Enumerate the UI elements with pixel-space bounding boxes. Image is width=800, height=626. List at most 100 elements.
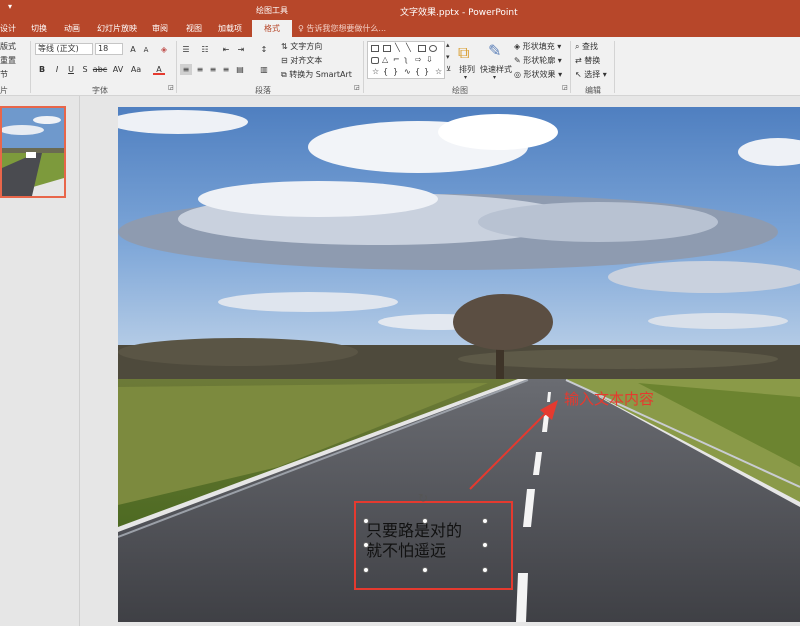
arrange-icon[interactable]: ⧉	[458, 43, 469, 63]
slides-group-label: 片	[0, 86, 8, 95]
align-text-button[interactable]: ⊟ 对齐文本	[281, 55, 322, 66]
wave-shape-icon[interactable]: ∿	[404, 67, 411, 76]
section-button[interactable]: 节	[0, 69, 8, 80]
font-name-combo[interactable]: 等线 (正文)	[35, 43, 93, 55]
font-group-label: 字体	[92, 86, 108, 95]
divider	[30, 41, 31, 93]
tab-addins[interactable]: 加载项	[218, 23, 242, 34]
resize-handle[interactable]	[482, 567, 488, 573]
curly-open-icon[interactable]: {	[415, 67, 420, 76]
justify-icon[interactable]: ≡	[220, 64, 232, 75]
paragraph-dialog-launcher-icon[interactable]: ◲	[354, 84, 360, 91]
star-shape-icon[interactable]: ☆	[372, 67, 379, 76]
strikethrough-button[interactable]: abc	[92, 64, 108, 75]
gallery-more-icon[interactable]: ⊻	[446, 65, 451, 73]
textbox-vertical-shape-icon[interactable]	[383, 45, 391, 52]
window-title: 文字效果.pptx - PowerPoint	[400, 8, 518, 18]
quick-styles-icon[interactable]: ✎	[488, 41, 501, 60]
change-case-button[interactable]: Aa	[128, 64, 144, 75]
drawing-group-label: 绘图	[452, 86, 468, 95]
shapes-gallery[interactable]: ╲ ╲ △ ⌐ ʅ ⇨ ⇩ ☆ { } ∿ { } ☆	[367, 41, 445, 79]
elbow-connector-icon[interactable]: ⌐	[393, 55, 400, 64]
quick-styles-dropdown-icon[interactable]: ▾	[493, 74, 496, 81]
arrange-dropdown-icon[interactable]: ▾	[464, 74, 467, 81]
convert-smartart-button[interactable]: ⧉ 转换为 SmartArt	[281, 69, 352, 80]
thumbnail-image	[2, 108, 64, 196]
textbox-line-2[interactable]: 就不怕遥远	[366, 541, 486, 561]
find-button[interactable]: ⌕ 查找	[575, 41, 598, 52]
selected-textbox[interactable]: 只要路是对的 就不怕遥远	[366, 521, 486, 572]
slide-thumbnail-1[interactable]	[0, 106, 66, 198]
rectangle-shape-icon[interactable]	[418, 45, 426, 52]
clear-format-icon[interactable]: ◈	[158, 44, 170, 55]
text-direction-button[interactable]: ⇅ 文字方向	[281, 41, 322, 52]
tell-me-box[interactable]: ♀ 告诉我您想要做什么...	[298, 23, 386, 34]
tab-slideshow[interactable]: 幻灯片放映	[97, 23, 137, 34]
select-button[interactable]: ↖ 选择 ▾	[575, 69, 607, 80]
resize-handle[interactable]	[363, 567, 369, 573]
columns-icon[interactable]: ▥	[258, 64, 270, 75]
quick-access-arrow-icon[interactable]: ▾	[8, 2, 12, 11]
align-left-icon[interactable]: ≡	[180, 64, 192, 75]
textbox-shape-icon[interactable]	[371, 45, 379, 52]
layout-button[interactable]: 版式	[0, 41, 16, 52]
textbox-line-1[interactable]: 只要路是对的	[366, 521, 486, 541]
char-spacing-button[interactable]: AV	[110, 64, 126, 75]
font-size-combo[interactable]: 18	[95, 43, 123, 55]
replace-button[interactable]: ⇄ 替换	[575, 55, 600, 66]
tab-design[interactable]: 设计	[0, 23, 16, 34]
resize-handle[interactable]	[363, 542, 369, 548]
bold-button[interactable]: B	[36, 64, 48, 75]
line-shape-icon[interactable]: ╲	[395, 43, 400, 52]
align-right-icon[interactable]: ≡	[207, 64, 219, 75]
curved-connector-icon[interactable]: ʅ	[404, 55, 408, 64]
oval-shape-icon[interactable]	[429, 45, 437, 52]
distribute-icon[interactable]: ▤	[234, 64, 246, 75]
tab-view[interactable]: 视图	[186, 23, 202, 34]
triangle-shape-icon[interactable]: △	[382, 55, 388, 64]
font-color-button[interactable]: A	[153, 64, 165, 75]
resize-handle[interactable]	[482, 542, 488, 548]
resize-handle[interactable]	[482, 518, 488, 524]
font-dialog-launcher-icon[interactable]: ◲	[168, 84, 174, 91]
slide-canvas[interactable]: 输入文本内容 只要路是对的 就不怕遥远 ↻	[118, 107, 800, 622]
shape-effects-button[interactable]: ◎ 形状效果 ▾	[514, 69, 562, 80]
increase-indent-icon[interactable]: ⇥	[235, 44, 247, 55]
curly-close-icon[interactable]: }	[424, 67, 429, 76]
shadow-button[interactable]: S	[79, 64, 91, 75]
brace-close-shape-icon[interactable]: }	[393, 67, 398, 76]
divider	[176, 41, 177, 93]
resize-handle[interactable]	[363, 518, 369, 524]
brace-open-shape-icon[interactable]: {	[383, 67, 388, 76]
align-center-icon[interactable]: ≡	[194, 64, 206, 75]
resize-handle[interactable]	[422, 518, 428, 524]
resize-handle[interactable]	[422, 567, 428, 573]
tab-transitions[interactable]: 切换	[31, 23, 47, 34]
contextual-group-label: 绘图工具	[256, 6, 288, 15]
replace-icon: ⇄	[575, 56, 585, 65]
rounded-rect-shape-icon[interactable]	[371, 57, 379, 64]
underline-button[interactable]: U	[65, 64, 77, 75]
bullets-icon[interactable]: ☰	[180, 44, 192, 55]
drawing-dialog-launcher-icon[interactable]: ◲	[562, 84, 568, 91]
arrow-right-shape-icon[interactable]: ⇨	[415, 55, 422, 64]
line2-shape-icon[interactable]: ╲	[406, 43, 411, 52]
tab-review[interactable]: 审阅	[152, 23, 168, 34]
decrease-indent-icon[interactable]: ⇤	[220, 44, 232, 55]
star2-shape-icon[interactable]: ☆	[435, 67, 442, 76]
gallery-scroll-up-icon[interactable]: ▴	[446, 41, 450, 49]
rotate-handle-icon[interactable]: ↻	[418, 491, 428, 505]
grow-font-button[interactable]: A	[127, 44, 139, 55]
reset-button[interactable]: 重置	[0, 55, 16, 66]
numbering-icon[interactable]: ☷	[199, 44, 211, 55]
tab-format[interactable]: 格式	[252, 20, 292, 37]
shape-fill-button[interactable]: ◈ 形状填充 ▾	[514, 41, 561, 52]
arrow-down-shape-icon[interactable]: ⇩	[426, 55, 433, 64]
line-spacing-icon[interactable]: ↕	[258, 44, 270, 55]
gallery-scroll-down-icon[interactable]: ▾	[446, 53, 450, 61]
tab-animations[interactable]: 动画	[64, 23, 80, 34]
shape-outline-button[interactable]: ✎ 形状轮廓 ▾	[514, 55, 562, 66]
italic-button[interactable]: I	[51, 64, 63, 75]
paint-bucket-icon: ◈	[514, 42, 523, 51]
shrink-font-button[interactable]: A	[140, 45, 152, 56]
